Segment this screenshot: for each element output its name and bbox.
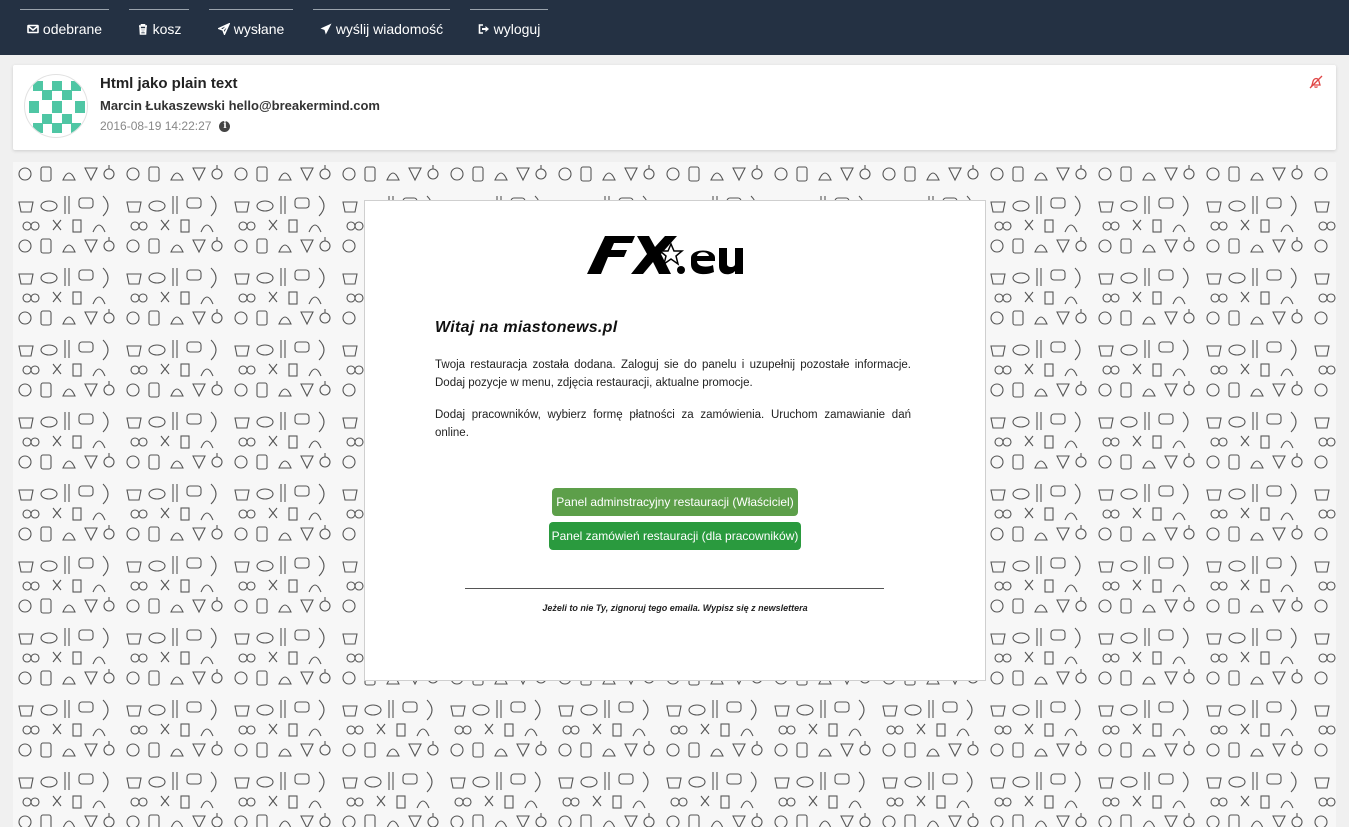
message-date-row: 2016-08-19 14:22:27 i: [100, 119, 231, 133]
nav-inbox-label: odebrane: [42, 20, 103, 37]
trash-icon: [138, 23, 147, 35]
paper-plane-outline-icon: [217, 22, 230, 35]
top-nav-bar: odebrane kosz wysłane wyślij wiadomość w…: [0, 0, 1349, 55]
message-header: Html jako plain text Marcin Łukaszewski …: [13, 65, 1336, 150]
nav-sent[interactable]: wysłane: [209, 9, 293, 47]
email-paragraph-2: Dodaj pracowników, wybierz formę płatnoś…: [435, 409, 911, 439]
nav-trash-label: kosz: [152, 20, 182, 37]
nav-compose-label: wyślij wiadomość: [335, 20, 444, 37]
staff-panel-button[interactable]: Panel zamówień restauracji (dla pracowni…: [549, 522, 801, 550]
message-date: 2016-08-19 14:22:27: [100, 119, 212, 133]
notification-off-icon[interactable]: [1308, 74, 1324, 90]
owner-panel-button[interactable]: Panel adminstracyjny restauracji (Właści…: [552, 488, 798, 516]
email-paragraph-1: Twoja restauracja została dodana. Zalogu…: [435, 359, 911, 389]
message-subject: Html jako plain text: [100, 75, 238, 92]
nav-compose[interactable]: wyślij wiadomość: [313, 9, 450, 47]
info-icon[interactable]: i: [219, 120, 231, 132]
envelope-icon: [27, 24, 39, 33]
nav-inbox[interactable]: odebrane: [20, 9, 109, 47]
nav-logout-label: wyloguj: [493, 20, 541, 37]
welcome-heading: Witaj na miastonews.pl: [435, 319, 618, 336]
footer-divider: [465, 588, 884, 589]
message-sender: Marcin Łukaszewski hello@breakermind.com: [100, 98, 380, 113]
nav-trash[interactable]: kosz: [129, 9, 189, 47]
sign-out-icon: [478, 23, 489, 34]
nav-sent-label: wysłane: [233, 20, 285, 37]
unsubscribe-note: Jeżeli to nie Ty, zignoruj tego emaila. …: [542, 603, 808, 613]
sender-avatar: [24, 74, 88, 138]
email-content-card: Witaj na miastonews.pl Twoja restauracja…: [364, 200, 986, 681]
paper-plane-icon: [320, 23, 332, 34]
nav-logout[interactable]: wyloguj: [470, 9, 548, 47]
fx-eu-logo: [587, 236, 743, 275]
